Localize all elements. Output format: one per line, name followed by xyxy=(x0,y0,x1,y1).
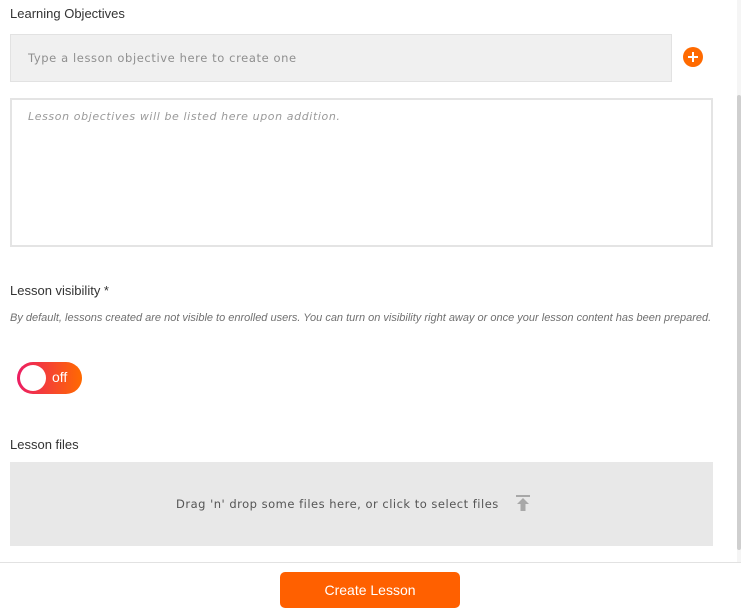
create-lesson-form: Learning Objectives Lesson objectives wi… xyxy=(0,0,741,612)
dropzone-text: Drag 'n' drop some files here, or click … xyxy=(176,497,499,511)
objectives-empty-message: Lesson objectives will be listed here up… xyxy=(28,110,341,123)
create-lesson-button[interactable]: Create Lesson xyxy=(280,572,460,608)
add-objective-button[interactable] xyxy=(683,47,703,67)
form-scroll-area: Learning Objectives Lesson objectives wi… xyxy=(0,0,741,562)
visibility-toggle[interactable]: off xyxy=(17,362,82,394)
lesson-visibility-label: Lesson visibility * xyxy=(10,283,109,298)
lesson-files-label: Lesson files xyxy=(10,437,79,452)
plus-icon xyxy=(688,52,698,62)
objective-input[interactable] xyxy=(10,34,672,82)
visibility-description: By default, lessons created are not visi… xyxy=(10,312,712,324)
objectives-list: Lesson objectives will be listed here up… xyxy=(10,98,713,247)
form-footer: Create Lesson xyxy=(0,562,741,612)
scrollbar-thumb[interactable] xyxy=(737,95,741,550)
toggle-knob xyxy=(20,365,46,391)
file-dropzone[interactable]: Drag 'n' drop some files here, or click … xyxy=(10,462,713,546)
learning-objectives-label: Learning Objectives xyxy=(10,6,125,21)
upload-icon xyxy=(516,495,530,511)
toggle-state-text: off xyxy=(52,369,68,385)
scrollbar-track[interactable] xyxy=(737,0,741,562)
